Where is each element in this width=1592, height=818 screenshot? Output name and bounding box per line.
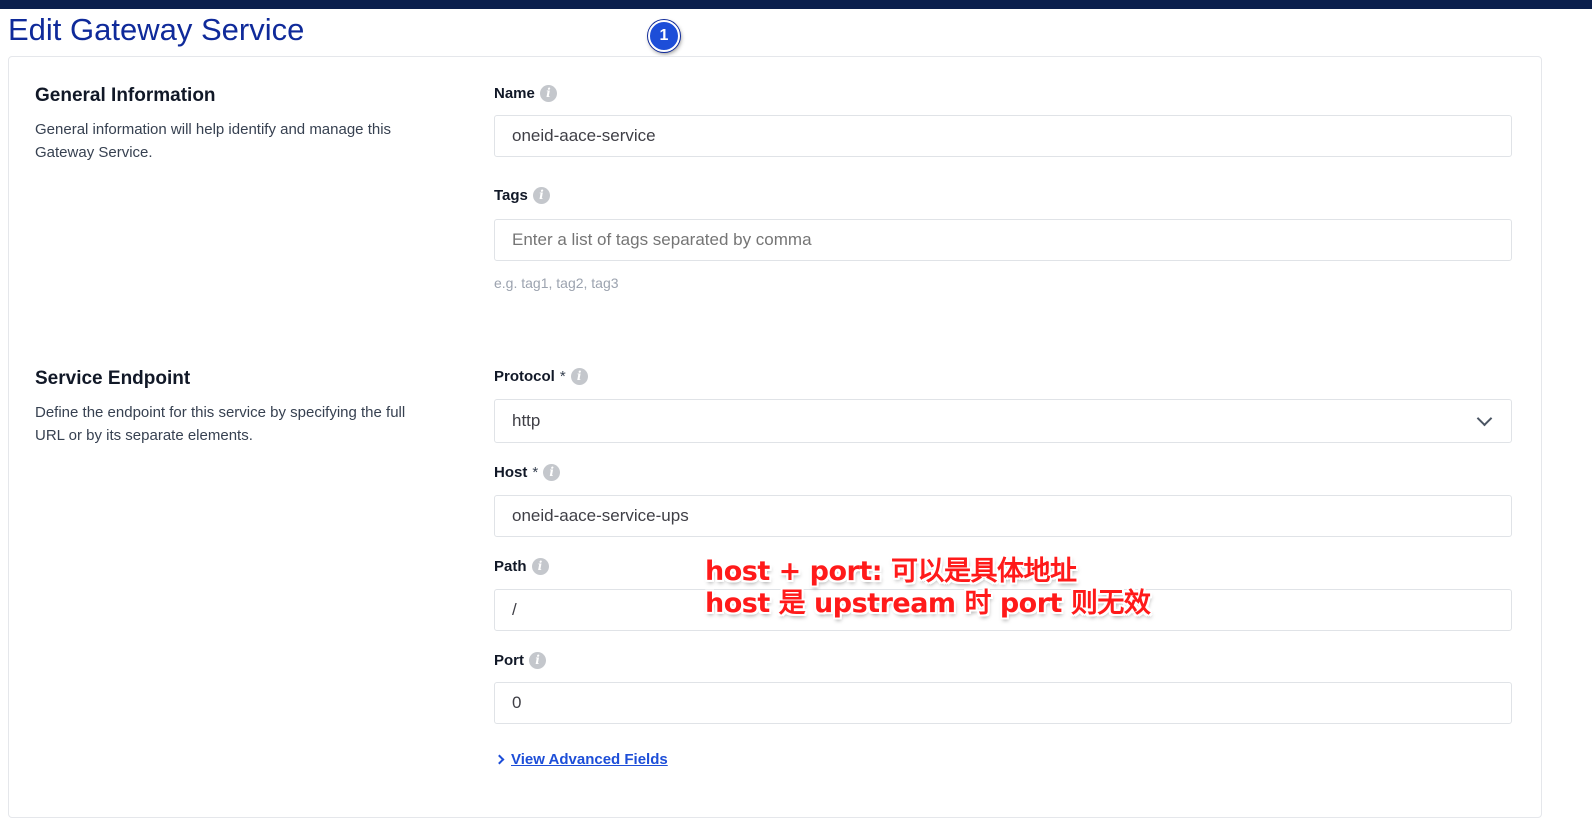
- step-number-badge: 1: [648, 20, 680, 52]
- annotation-note: host + port: 可以是具体地址 host 是 upstream 时 p…: [705, 556, 1151, 620]
- info-icon[interactable]: i: [539, 84, 557, 102]
- name-input[interactable]: [494, 115, 1512, 157]
- protocol-select[interactable]: http: [494, 399, 1512, 443]
- info-icon[interactable]: i: [529, 651, 546, 669]
- top-bar: [0, 0, 1592, 9]
- protocol-label: Protocol * i: [494, 366, 588, 386]
- page-title: Edit Gateway Service: [8, 12, 305, 47]
- general-info-title: General Information: [35, 85, 216, 106]
- chevron-right-icon: [494, 754, 505, 765]
- chevron-down-icon: [1476, 410, 1493, 426]
- path-label: Path i: [494, 556, 549, 576]
- view-advanced-fields-link[interactable]: View Advanced Fields: [494, 751, 668, 768]
- general-info-description: General information will help identify a…: [35, 121, 392, 161]
- host-input[interactable]: [494, 495, 1512, 537]
- host-label: Host * i: [494, 462, 561, 482]
- info-icon[interactable]: i: [543, 463, 561, 481]
- info-icon[interactable]: i: [570, 367, 588, 385]
- tags-input[interactable]: [494, 219, 1512, 261]
- annotation-line-2: host 是 upstream 时 port 则无效: [705, 588, 1151, 619]
- service-endpoint-description: Define the endpoint for this service by …: [35, 404, 406, 444]
- tags-hint: e.g. tag1, tag2, tag3: [494, 275, 619, 291]
- port-input[interactable]: [494, 682, 1512, 724]
- tags-label: Tags i: [494, 185, 550, 205]
- protocol-selected-value: http: [512, 411, 541, 430]
- info-icon[interactable]: i: [531, 557, 549, 575]
- required-mark: *: [532, 463, 539, 481]
- name-label: Name i: [494, 83, 557, 103]
- required-mark: *: [559, 367, 566, 385]
- annotation-line-1: host + port: 可以是具体地址: [705, 556, 1077, 587]
- service-endpoint-title: Service Endpoint: [35, 368, 191, 389]
- port-label: Port i: [494, 650, 546, 670]
- info-icon[interactable]: i: [532, 186, 550, 204]
